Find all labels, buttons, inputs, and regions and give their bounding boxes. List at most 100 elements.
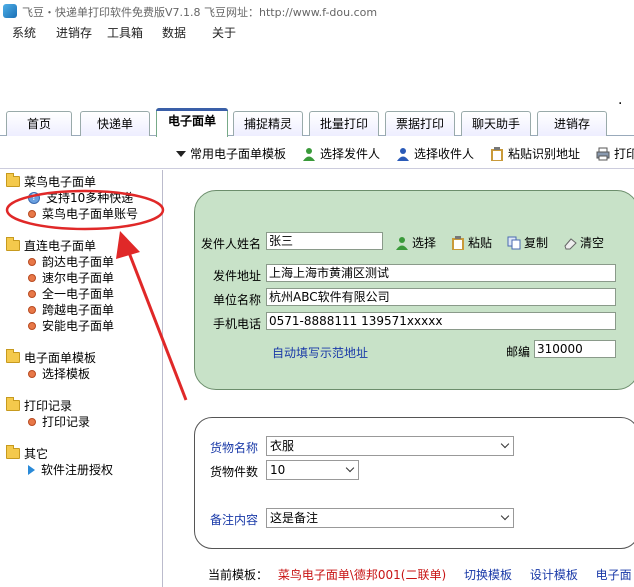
bullet-icon — [28, 209, 36, 218]
tree-item-quanyi[interactable]: 全一电子面单 — [28, 285, 114, 302]
folder-icon — [6, 173, 20, 187]
tree-group-templates[interactable]: 电子面单模板 — [6, 349, 96, 366]
tree-group-cainiao[interactable]: 菜鸟电子面单 — [6, 173, 96, 190]
tree-group-label: 打印记录 — [24, 399, 73, 413]
tab-home[interactable]: 首页 — [6, 111, 72, 136]
select-sender-button[interactable]: 选择发件人 — [302, 145, 380, 162]
current-template-label: 当前模板： — [208, 568, 269, 582]
zip-label: 邮编 — [506, 345, 531, 359]
menu-system[interactable]: 系统 — [12, 24, 36, 41]
tree-item-print-records[interactable]: 打印记录 — [28, 413, 90, 430]
tree-item-register[interactable]: 软件注册授权 — [28, 461, 113, 478]
menu-about[interactable]: 关于 — [212, 24, 236, 41]
tab-express-sheet[interactable]: 快递单 — [80, 111, 150, 136]
main-tabs: 首页 快递单 电子面单 捕捉精灵 批量打印 票据打印 聊天助手 进销存 — [0, 106, 634, 137]
select-receiver-button[interactable]: 选择收件人 — [396, 145, 474, 162]
menu-toolbox[interactable]: 工具箱 — [107, 24, 143, 41]
app-icon — [3, 4, 17, 18]
goods-name-value: 衣服 — [270, 439, 295, 453]
tree-item-label: 速尔电子面单 — [42, 271, 115, 285]
goods-name-label: 货物名称 — [210, 441, 259, 455]
tree-group-label: 菜鸟电子面单 — [24, 175, 97, 189]
select-receiver-label: 选择收件人 — [414, 147, 475, 161]
main-content: 发件人姓名 张三 选择 粘贴 复制 清空 发件地址 上海上海市黄浦区测试 单位名… — [164, 170, 634, 587]
more-link[interactable]: 电子面 — [596, 568, 632, 582]
template-dropdown-button[interactable]: 常用电子面单模板 — [176, 145, 286, 162]
chevron-down-icon — [500, 439, 510, 449]
tree-group-direct[interactable]: 直连电子面单 — [6, 237, 96, 254]
play-icon — [28, 464, 35, 475]
zip-input[interactable]: 310000 — [534, 340, 616, 358]
tree-item-select-template[interactable]: 选择模板 — [28, 365, 90, 382]
sender-address-label: 发件地址 — [213, 269, 262, 283]
tab-inventory[interactable]: 进销存 — [537, 111, 607, 136]
tree-item-yunda[interactable]: 韵达电子面单 — [28, 253, 114, 270]
print-label: 打印 — [614, 147, 634, 161]
sender-clear-button[interactable]: 清空 — [563, 234, 604, 251]
tab-chat-helper[interactable]: 聊天助手 — [461, 111, 531, 136]
note-select[interactable]: 这是备注 — [266, 508, 514, 528]
paste-address-button[interactable]: 粘贴识别地址 — [490, 145, 580, 162]
folder-icon — [6, 445, 20, 459]
tab-receipt-print[interactable]: 票据打印 — [385, 111, 455, 136]
switch-template-link[interactable]: 切换模板 — [464, 568, 512, 582]
tree-item-label: 支持10多种快递 — [46, 191, 134, 205]
sender-company-label: 单位名称 — [213, 293, 262, 307]
sender-select-label: 选择 — [412, 236, 437, 250]
goods-count-label: 货物件数 — [210, 465, 259, 479]
bullet-icon — [28, 305, 36, 314]
paste-address-label: 粘贴识别地址 — [508, 147, 581, 161]
active-tab-indicator — [156, 108, 228, 111]
sender-copy-button[interactable]: 复制 — [507, 234, 548, 251]
sender-company-input[interactable]: 杭州ABC软件有限公司 — [266, 288, 616, 306]
bullet-icon — [28, 289, 36, 298]
goods-count-value: 10 — [270, 463, 286, 477]
tab-e-waybill[interactable]: 电子面单 — [156, 108, 228, 137]
tree-group-label: 直连电子面单 — [24, 239, 97, 253]
user-blue-icon — [397, 147, 409, 161]
note-label: 备注内容 — [210, 513, 259, 527]
goods-panel: 货物名称 衣服 货物件数 10 备注内容 这是备注 — [194, 417, 634, 549]
menu-inventory[interactable]: 进销存 — [56, 24, 92, 41]
select-sender-label: 选择发件人 — [320, 147, 381, 161]
tree-item-suer[interactable]: 速尔电子面单 — [28, 269, 114, 286]
bullet-icon — [28, 369, 36, 378]
goods-count-select[interactable]: 10 — [266, 460, 359, 480]
tree-item-label: 安能电子面单 — [42, 319, 115, 333]
tree-group-label: 电子面单模板 — [24, 351, 97, 365]
tree-group-print-records[interactable]: 打印记录 — [6, 397, 72, 414]
print-button[interactable]: 打印 — [596, 145, 634, 162]
bullet-icon — [28, 257, 36, 266]
tree-item-label: 全一电子面单 — [42, 287, 115, 301]
autofill-example-link[interactable]: 自动填写示范地址 — [272, 344, 368, 361]
clipboard-icon — [452, 235, 464, 250]
user-green-icon — [396, 236, 408, 250]
template-dropdown-label: 常用电子面单模板 — [190, 147, 287, 161]
menu-bar: 系统 进销存 工具箱 数据 关于 — [0, 22, 634, 42]
clipboard-icon — [491, 146, 503, 161]
tree-item-cainiao-account[interactable]: 菜鸟电子面单账号 — [28, 205, 138, 222]
folder-icon — [6, 237, 20, 251]
sender-clear-label: 清空 — [580, 236, 605, 250]
sender-address-input[interactable]: 上海上海市黄浦区测试 — [266, 264, 616, 282]
sender-select-button[interactable]: 选择 — [395, 234, 436, 251]
menu-data[interactable]: 数据 — [162, 24, 186, 41]
goods-name-select[interactable]: 衣服 — [266, 436, 514, 456]
sender-paste-button[interactable]: 粘贴 — [451, 234, 492, 251]
tab-capture[interactable]: 捕捉精灵 — [233, 111, 303, 136]
sender-phone-input[interactable]: 0571-8888111 139571xxxxx — [266, 312, 616, 330]
tree-group-other[interactable]: 其它 — [6, 445, 48, 462]
tree-item-support-couriers[interactable]: ? 支持10多种快递 — [28, 189, 133, 206]
copy-icon — [507, 236, 521, 249]
tree-item-label: 软件注册授权 — [41, 463, 114, 477]
tree-group-label: 其它 — [24, 447, 49, 461]
sidebar-tree: 菜鸟电子面单 ? 支持10多种快递 菜鸟电子面单账号 直连电子面单 韵达电子面单… — [0, 170, 163, 587]
tree-item-anneng[interactable]: 安能电子面单 — [28, 317, 114, 334]
tree-item-label: 选择模板 — [42, 367, 91, 381]
tree-item-label: 打印记录 — [42, 415, 91, 429]
tree-item-label: 韵达电子面单 — [42, 255, 115, 269]
tab-batch-print[interactable]: 批量打印 — [309, 111, 379, 136]
tree-item-kuayue[interactable]: 跨越电子面单 — [28, 301, 114, 318]
design-template-link[interactable]: 设计模板 — [530, 568, 578, 582]
sender-name-input[interactable]: 张三 — [266, 232, 383, 250]
